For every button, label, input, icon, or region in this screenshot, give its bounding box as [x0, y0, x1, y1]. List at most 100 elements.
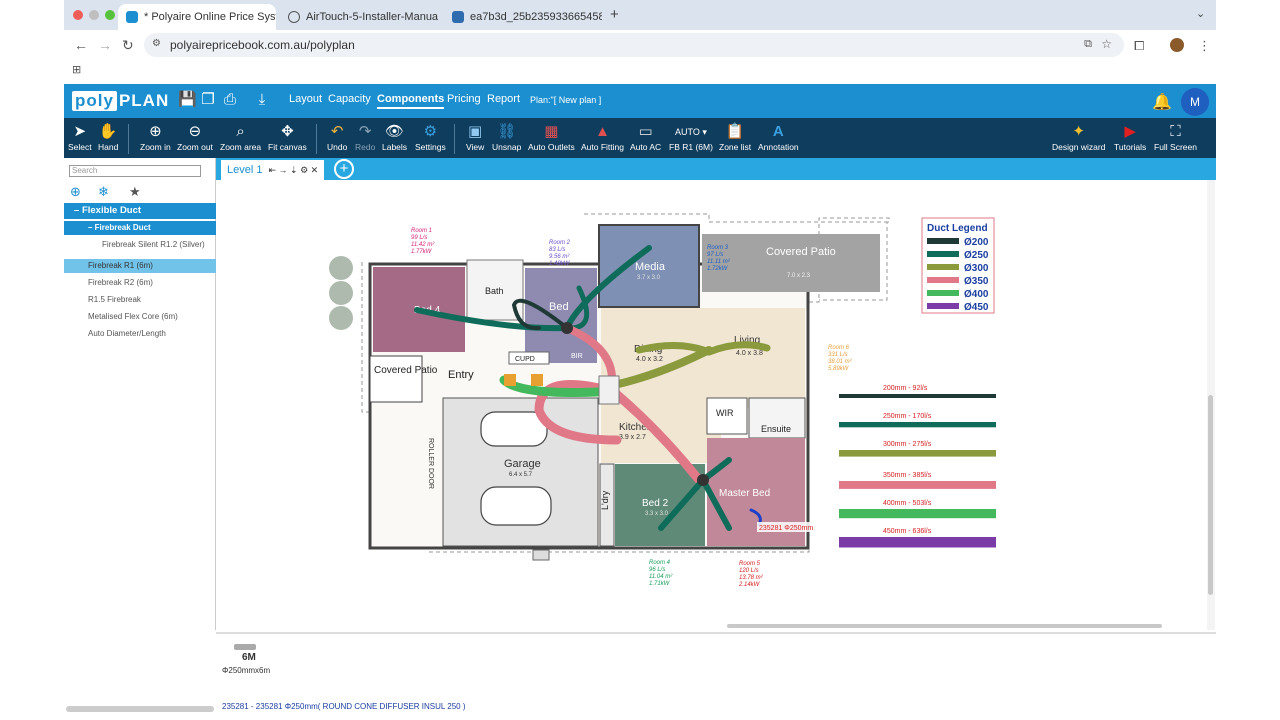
list-item-selected[interactable]: Firebreak R1 (6m): [64, 259, 216, 273]
duct-sample[interactable]: [839, 537, 996, 548]
auto-fitting-button[interactable]: ▲ Auto Fitting: [581, 122, 624, 152]
list-item[interactable]: Metalised Flex Core (6m): [64, 310, 216, 324]
zoom-in-button[interactable]: ⊕ Zoom in: [140, 122, 171, 152]
hand-tool-button[interactable]: ✋ Hand: [98, 122, 118, 152]
plenum-fitting[interactable]: [598, 375, 620, 405]
select-tool-button[interactable]: ➤ Select: [68, 122, 92, 152]
menu-components[interactable]: Components: [377, 93, 445, 109]
auto-ac-button[interactable]: ▭ Auto AC: [630, 122, 661, 152]
room-dining-living[interactable]: [601, 308, 805, 408]
tab-polyaire[interactable]: * Polyaire Online Price System ✕: [118, 4, 276, 30]
ac-unit[interactable]: [531, 374, 543, 386]
y-branch-fitting[interactable]: [697, 474, 709, 486]
undo-icon: ↶: [330, 123, 344, 140]
back-icon[interactable]: ←: [74, 37, 88, 53]
search-input[interactable]: Search: [69, 165, 201, 177]
scroll-thumb[interactable]: [727, 624, 1162, 628]
zone-label-room-2[interactable]: Room 2 83 L/s 9.56 m² 1.48kW: [549, 240, 571, 267]
snowflake-icon[interactable]: ❄: [98, 184, 109, 200]
reload-icon[interactable]: ↻: [122, 37, 134, 54]
room-covered-patio-2[interactable]: [369, 355, 423, 403]
sidebar-horizontal-scrollbar[interactable]: [66, 706, 214, 712]
close-window-button[interactable]: [73, 10, 83, 20]
tab-title: ea7b3d_25b235933665458: [470, 11, 602, 23]
zone-label-room-5[interactable]: Room 5 120 L/s 13.78 m² 2.14kW: [738, 561, 764, 588]
full-screen-button[interactable]: ⛶ Full Screen: [1154, 122, 1197, 152]
menu-layout[interactable]: Layout: [289, 93, 322, 105]
maximize-window-button[interactable]: [105, 10, 115, 20]
zoom-out-button[interactable]: ⊖ Zoom out: [177, 122, 213, 152]
plan-canvas[interactable]: Bed 4 Bath Bed BIR Media 3.7 x 3.0 Cover…: [219, 180, 1206, 630]
floor-plan-svg[interactable]: Bed 4 Bath Bed BIR Media 3.7 x 3.0 Cover…: [219, 180, 1206, 630]
export-icon[interactable]: ⤓: [254, 92, 270, 108]
menu-report[interactable]: Report: [487, 93, 520, 105]
extensions-icon[interactable]: ⧠: [1134, 38, 1144, 54]
list-item[interactable]: Auto Diameter/Length: [64, 327, 216, 341]
room-dim: 3.7 x 3.0: [637, 275, 661, 281]
zone-label-room-1[interactable]: Room 1 99 L/s 11.42 m² 1.77kW: [411, 228, 435, 255]
zone-list-button[interactable]: 📋 Zone list: [719, 122, 751, 152]
duct-sample[interactable]: [839, 422, 996, 428]
zone-label-room-6[interactable]: Room 6 331 L/s 38.01 m² 5.89kW: [828, 345, 853, 372]
tab-level-1[interactable]: Level 1 ⇤ → ⇣ ⚙ ✕: [221, 160, 325, 180]
star-icon[interactable]: ★: [129, 184, 141, 200]
tab-search-chevron-icon[interactable]: ⌄: [1196, 7, 1205, 20]
ac-unit[interactable]: [504, 374, 516, 386]
tab-image[interactable]: ea7b3d_25b235933665458 ✕: [444, 4, 602, 30]
legend-label: Ø350: [964, 276, 989, 287]
outdoor-unit[interactable]: [532, 549, 550, 561]
fit-canvas-button[interactable]: ✥ Fit canvas: [268, 122, 307, 152]
list-item[interactable]: Firebreak R2 (6m): [64, 276, 216, 290]
list-item[interactable]: R1.5 Firebreak: [64, 293, 216, 307]
labels-button[interactable]: 👁 Labels: [382, 122, 407, 152]
minimize-window-button[interactable]: [89, 10, 99, 20]
auto-outlets-button[interactable]: ▦ Auto Outlets: [528, 122, 575, 152]
apps-grid-icon[interactable]: ⊞: [72, 63, 81, 76]
tutorials-button[interactable]: ▶ Tutorials: [1114, 122, 1146, 152]
zoom-area-button[interactable]: ⌕ Zoom area: [220, 122, 261, 152]
zone-label-room-3[interactable]: Room 3 97 L/s 11.11 m² 1.72kW: [707, 245, 731, 272]
category-flexible-duct[interactable]: – Flexible Duct: [64, 203, 216, 219]
user-avatar[interactable]: M: [1181, 88, 1209, 116]
undo-button[interactable]: ↶ Undo: [327, 122, 347, 152]
duct-sample[interactable]: [839, 450, 996, 457]
site-settings-icon[interactable]: ⚙: [152, 38, 161, 49]
save-as-icon[interactable]: ❐: [200, 92, 216, 108]
duct-sample[interactable]: [839, 509, 996, 519]
bookmark-star-icon[interactable]: ☆: [1101, 37, 1112, 51]
tab-airtouch[interactable]: AirTouch-5-Installer-Manual.p ✕: [280, 4, 438, 30]
add-icon[interactable]: ⊕: [70, 184, 81, 200]
scroll-thumb[interactable]: [1208, 395, 1213, 595]
settings-button[interactable]: ⚙ Settings: [415, 122, 446, 152]
zone-label-room-4[interactable]: Room 4 96 L/s 11.04 m² 1.71kW: [649, 560, 673, 587]
site-boundary: [584, 213, 887, 223]
save-icon[interactable]: 💾: [178, 92, 197, 108]
install-app-icon[interactable]: ⧉: [1084, 38, 1092, 51]
print-icon[interactable]: ⎙: [222, 92, 238, 108]
duct-sample[interactable]: [839, 481, 996, 489]
duct-sample[interactable]: [839, 394, 996, 398]
view-button[interactable]: ▣ View: [466, 122, 484, 152]
design-wizard-button[interactable]: ✦ Design wizard: [1052, 122, 1105, 152]
notification-bell-icon[interactable]: 🔔: [1152, 92, 1172, 112]
fb-r1-button[interactable]: AUTO ▾ FB R1 (6M): [669, 122, 713, 152]
list-item[interactable]: Firebreak Silent R1.2 (Silver): [64, 238, 216, 252]
new-tab-icon[interactable]: +: [610, 6, 619, 23]
menu-pricing[interactable]: Pricing: [447, 93, 481, 105]
canvas-horizontal-scrollbar[interactable]: [219, 622, 1206, 630]
chrome-menu-icon[interactable]: ⋮: [1198, 38, 1211, 54]
annotation-button[interactable]: A Annotation: [758, 122, 799, 152]
forward-icon[interactable]: →: [98, 37, 112, 53]
duct-thumbnail-icon[interactable]: [234, 644, 256, 650]
level-controls[interactable]: ⇤ → ⇣ ⚙ ✕: [268, 160, 318, 180]
menu-capacity[interactable]: Capacity: [328, 93, 371, 105]
subcategory-firebreak-duct[interactable]: – Firebreak Duct: [64, 221, 216, 235]
url-field[interactable]: ⚙ polyairepricebook.com.au/polyplan ⧉ ☆: [144, 33, 1124, 57]
unsnap-button[interactable]: ⛓ Unsnap: [492, 122, 521, 152]
profile-avatar-icon[interactable]: [1170, 38, 1184, 52]
redo-button[interactable]: ↷ Redo: [355, 122, 375, 152]
canvas-vertical-scrollbar[interactable]: [1207, 180, 1215, 630]
selected-outlet-tag[interactable]: 235281 Φ250mm: [759, 525, 813, 532]
add-level-button[interactable]: +: [334, 159, 354, 179]
y-branch-fitting[interactable]: [561, 322, 573, 334]
